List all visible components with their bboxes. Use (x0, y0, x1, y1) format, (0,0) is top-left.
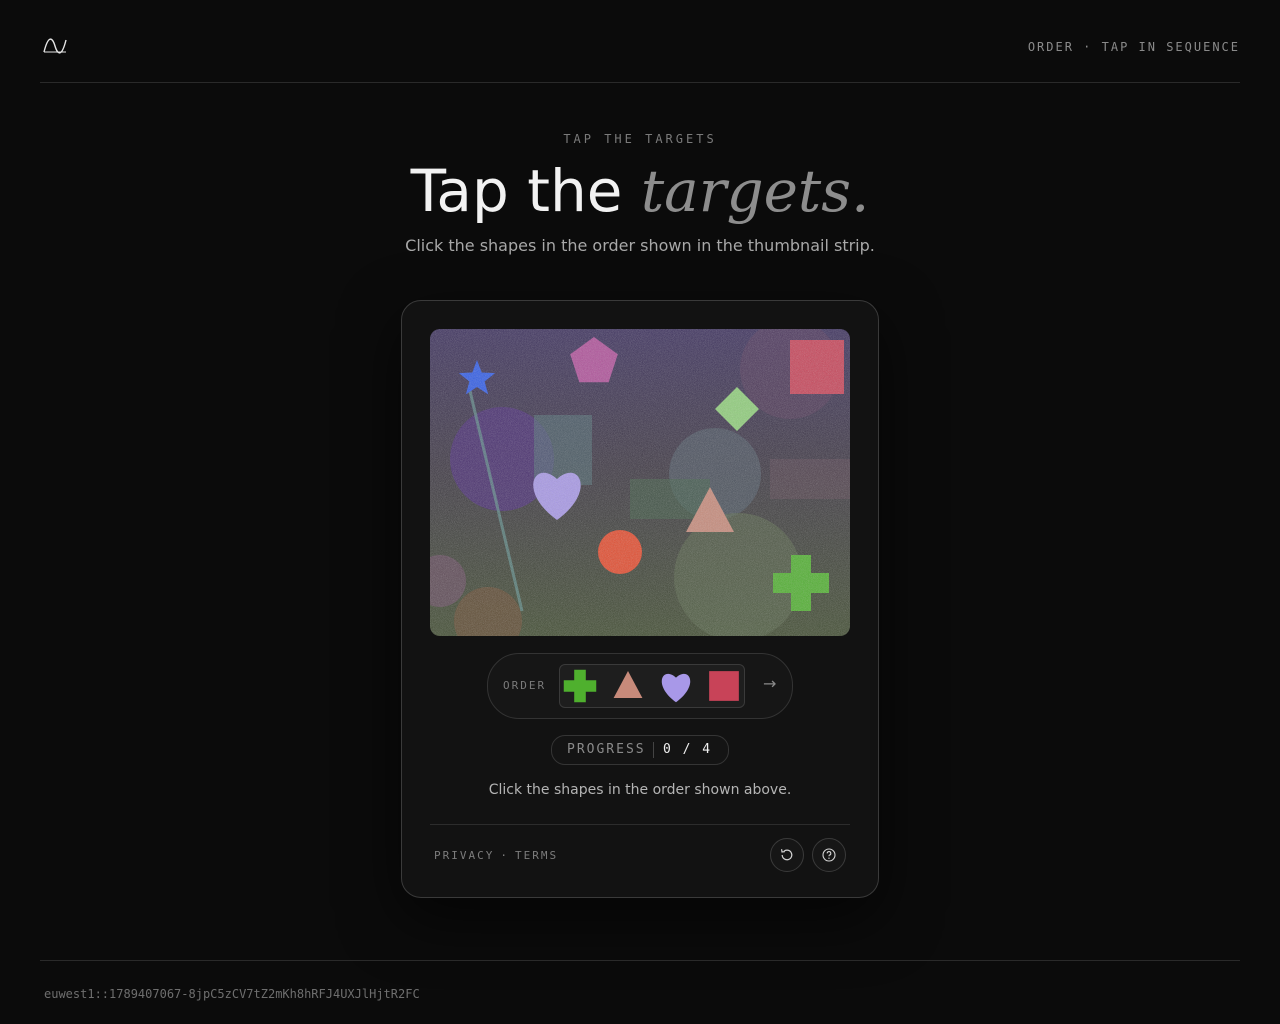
headline-accent: targets. (640, 157, 870, 225)
order-strip: ORDER → (487, 653, 793, 719)
order-thumb-cross (563, 669, 597, 703)
card-divider (430, 824, 850, 825)
instruction-text: Click the shapes in the order shown abov… (488, 782, 792, 798)
challenge-card: ORDER → PROGRESS 0 / 4 Click the shapes … (401, 300, 879, 898)
progress-label: PROGRESS (567, 742, 646, 757)
noise-overlay (430, 329, 850, 636)
challenge-canvas[interactable] (430, 329, 850, 636)
header-tagline: ORDER · TAP IN SEQUENCE (1027, 40, 1240, 54)
hero: TAP THE TARGETS Tap the targets. Click t… (0, 132, 1280, 255)
session-id: euwest1::1789407067-8jpC5zCV7tZ2mKh8hRFJ… (44, 987, 420, 1001)
order-thumbnails (559, 664, 745, 708)
subtitle: Click the shapes in the order shown in t… (405, 236, 875, 255)
order-thumb-triangle (613, 671, 643, 698)
eyebrow: TAP THE TARGETS (563, 132, 717, 146)
arrow-right-icon: → (763, 674, 777, 693)
privacy-link[interactable]: PRIVACY (434, 849, 494, 862)
footer-links: PRIVACY · TERMS (434, 849, 558, 862)
help-button[interactable] (812, 838, 846, 872)
link-separator: · (500, 849, 509, 862)
refresh-icon (781, 849, 793, 861)
wave-logo-icon (43, 38, 67, 54)
page-title: Tap the targets. (0, 158, 1280, 224)
terms-link[interactable]: TERMS (515, 849, 558, 862)
headline-main: Tap the (410, 157, 641, 225)
footer-divider (40, 960, 1240, 961)
progress-value: 0 / 4 (663, 742, 713, 757)
order-thumb-heart (661, 673, 691, 703)
order-thumb-square (709, 671, 739, 701)
progress-divider (653, 742, 654, 758)
shape-canvas[interactable] (430, 329, 850, 636)
order-label: ORDER (503, 679, 547, 692)
refresh-button[interactable] (770, 838, 804, 872)
top-bar: ORDER · TAP IN SEQUENCE (40, 0, 1240, 83)
progress-indicator: PROGRESS 0 / 4 (551, 735, 729, 765)
help-icon (822, 848, 836, 862)
